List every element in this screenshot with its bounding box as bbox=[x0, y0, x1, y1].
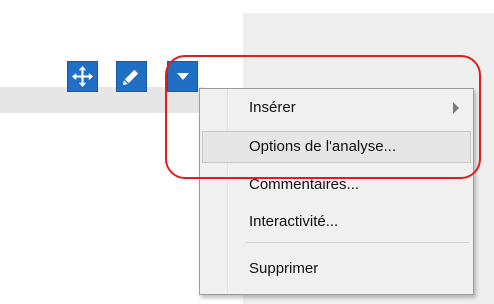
menu-item-insert[interactable]: Insérer bbox=[202, 92, 471, 124]
move-icon bbox=[72, 66, 93, 87]
menu-item-label: Supprimer bbox=[249, 260, 319, 277]
menu-item-delete[interactable]: Supprimer bbox=[202, 253, 471, 285]
submenu-arrow-icon bbox=[453, 102, 459, 114]
menu-item-label: Commentaires... bbox=[249, 176, 360, 193]
caret-down-icon bbox=[176, 72, 189, 80]
pencil-icon bbox=[122, 69, 139, 86]
move-button[interactable] bbox=[67, 61, 98, 92]
menu-item-label: Options de l'analyse... bbox=[249, 138, 397, 155]
dropdown-button[interactable] bbox=[167, 61, 198, 92]
menu-item-label: Interactivité... bbox=[249, 213, 339, 230]
menu-separator bbox=[246, 242, 469, 243]
menu-item-label: Insérer bbox=[249, 99, 296, 116]
menu-item-analysis-options[interactable]: Options de l'analyse... bbox=[202, 131, 471, 163]
context-menu: Insérer Options de l'analyse... Commenta… bbox=[199, 88, 474, 295]
menu-item-comments[interactable]: Commentaires... bbox=[202, 169, 471, 201]
edit-button[interactable] bbox=[116, 61, 147, 92]
menu-item-interactivity[interactable]: Interactivité... bbox=[202, 206, 471, 238]
